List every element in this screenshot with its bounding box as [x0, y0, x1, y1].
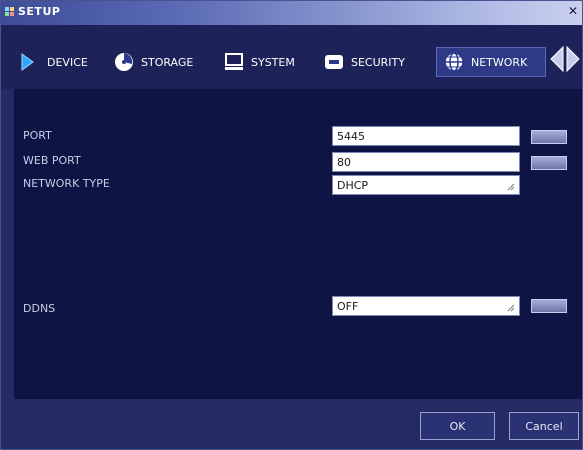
security-icon: [325, 55, 343, 69]
device-icon: [21, 53, 34, 71]
network-type-label: NETWORK TYPE: [23, 177, 110, 190]
ddns-edit-button[interactable]: [531, 299, 567, 313]
close-icon[interactable]: ✕: [568, 4, 578, 18]
ok-button[interactable]: OK: [420, 412, 495, 440]
ddns-value: OFF: [337, 300, 359, 313]
setup-window: SETUP ✕ DEVICE STORAGE SYSTEM SECURITY N…: [0, 0, 583, 450]
network-type-select[interactable]: DHCP: [332, 175, 520, 195]
tab-label-storage: STORAGE: [141, 55, 194, 69]
tab-network[interactable]: NETWORK: [436, 47, 546, 77]
network-type-value: DHCP: [337, 179, 369, 192]
tab-label-device: DEVICE: [47, 55, 88, 69]
port-input[interactable]: 5445: [332, 126, 520, 146]
tab-scroll-arrows-icon[interactable]: [549, 43, 581, 75]
port-label: PORT: [23, 129, 52, 142]
ddns-select[interactable]: OFF: [332, 296, 520, 316]
title-bar: SETUP ✕: [1, 1, 582, 25]
port-value: 5445: [337, 130, 365, 143]
storage-icon: [115, 53, 133, 71]
web-port-edit-button[interactable]: [531, 156, 567, 170]
network-icon: [444, 52, 464, 72]
tab-label-network: NETWORK: [471, 55, 528, 69]
tab-storage[interactable]: STORAGE: [113, 47, 193, 77]
cancel-button[interactable]: Cancel: [509, 412, 579, 440]
dropdown-corner-icon: [507, 183, 515, 191]
web-port-value: 80: [337, 156, 351, 169]
tab-system[interactable]: SYSTEM: [223, 47, 295, 77]
tab-device[interactable]: DEVICE: [19, 47, 88, 77]
tab-label-security: SECURITY: [351, 55, 405, 69]
web-port-input[interactable]: 80: [332, 152, 520, 172]
ddns-label: DDNS: [23, 302, 56, 315]
tab-security[interactable]: SECURITY: [323, 47, 405, 77]
tab-label-system: SYSTEM: [251, 55, 295, 69]
tab-bar: DEVICE STORAGE SYSTEM SECURITY NETWORK: [1, 25, 582, 89]
setup-icon: [5, 7, 14, 16]
web-port-label: WEB PORT: [23, 154, 81, 167]
window-title: SETUP: [18, 5, 61, 18]
system-icon: [225, 53, 243, 70]
dropdown-corner-icon: [507, 304, 515, 312]
port-edit-button[interactable]: [531, 130, 567, 144]
